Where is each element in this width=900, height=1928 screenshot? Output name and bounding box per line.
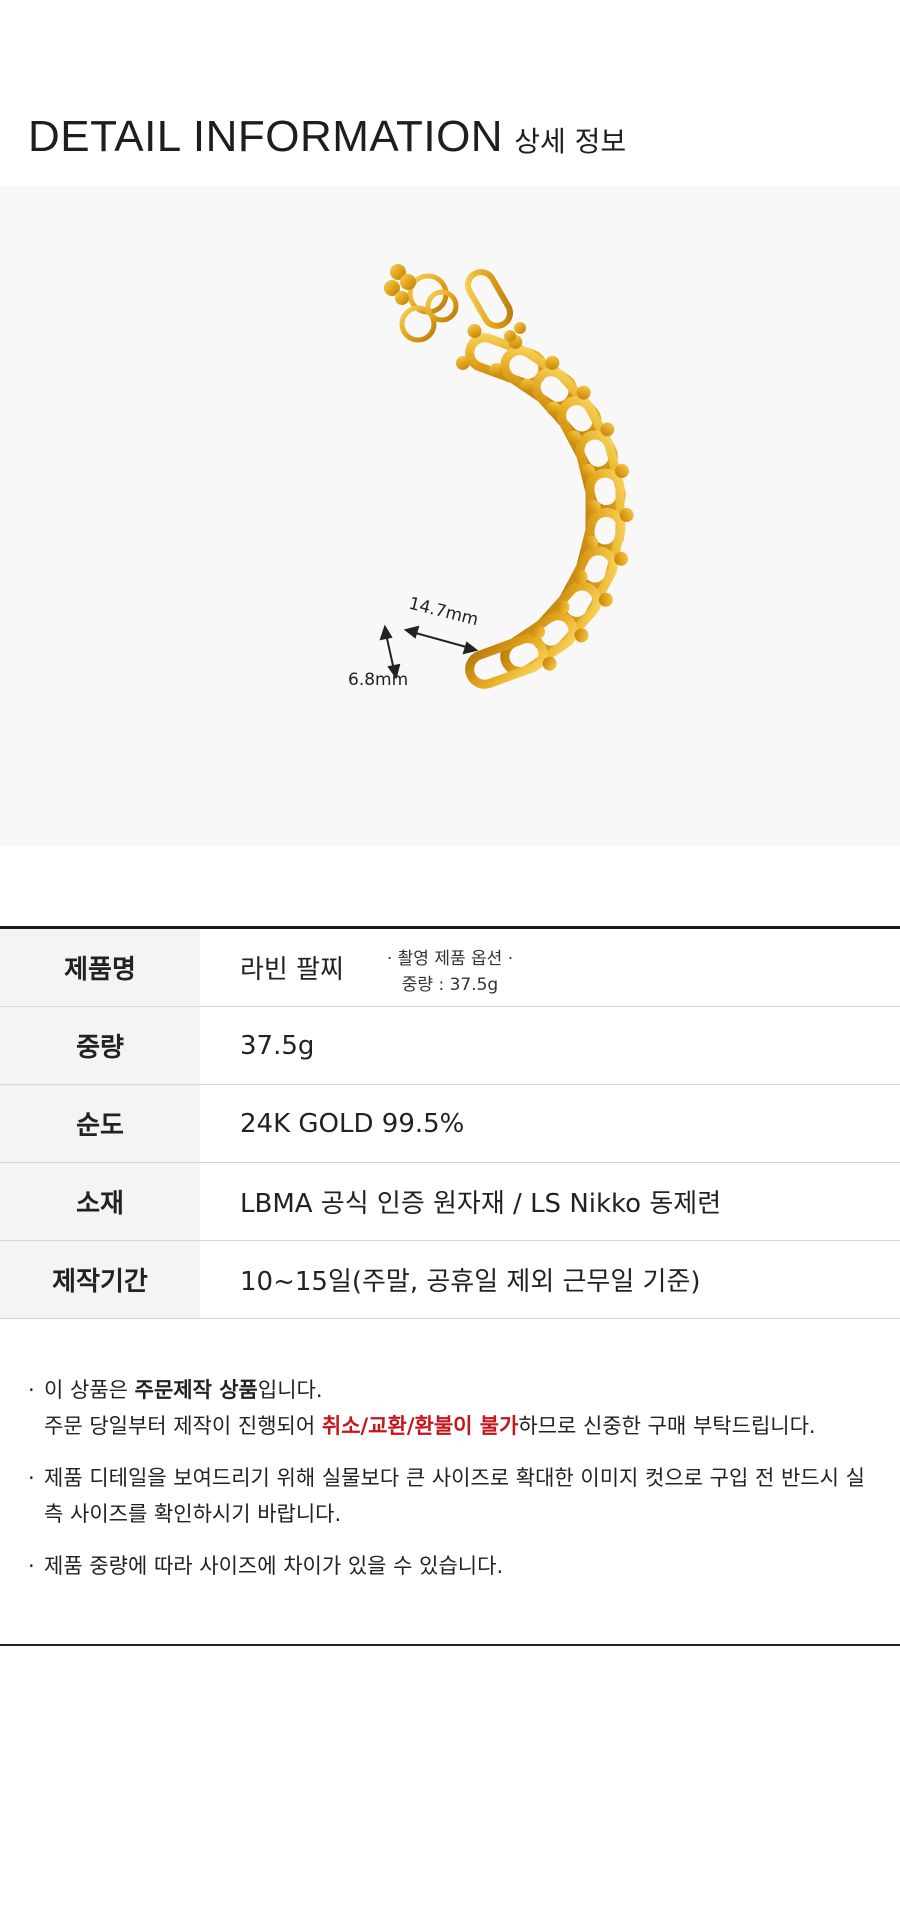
spec-label: 제품명 bbox=[0, 929, 200, 1006]
spec-value: 37.5g bbox=[240, 1030, 315, 1061]
notice-text: 이 상품은 bbox=[44, 1378, 135, 1402]
notice-text: 제품 디테일을 보여드리기 위해 실물보다 큰 사이즈로 확대한 이미지 컷으로… bbox=[44, 1466, 865, 1526]
notice-list: · 이 상품은 주문제작 상품입니다. 주문 당일부터 제작이 진행되어 취소/… bbox=[28, 1372, 878, 1600]
chain-link bbox=[465, 624, 557, 689]
spec-label: 순도 bbox=[0, 1085, 200, 1162]
title-korean: 상세 정보 bbox=[514, 125, 627, 158]
dimension-height-label: 6.8mm bbox=[348, 670, 409, 690]
bullet: · bbox=[28, 1554, 35, 1578]
spec-row-purity: 순도 24K GOLD 99.5% bbox=[0, 1084, 900, 1162]
spec-label: 소재 bbox=[0, 1163, 200, 1240]
notice-warning: 취소/교환/환불이 불가 bbox=[321, 1414, 519, 1438]
spec-value: 24K GOLD 99.5% bbox=[240, 1108, 465, 1139]
title-english: DETAIL INFORMATION bbox=[28, 112, 504, 161]
bullet: · bbox=[28, 1466, 35, 1490]
spec-value: LBMA 공식 인증 원자재 / LS Nikko 동제련 bbox=[240, 1189, 722, 1219]
spec-label: 제작기간 bbox=[0, 1241, 200, 1318]
notice-emphasis: 주문제작 상품 bbox=[134, 1378, 258, 1402]
bottom-divider bbox=[0, 1644, 900, 1646]
notice-item-custom-order: · 이 상품은 주문제작 상품입니다. 주문 당일부터 제작이 진행되어 취소/… bbox=[28, 1372, 878, 1444]
notice-text: 주문 당일부터 제작이 진행되어 bbox=[44, 1414, 322, 1438]
bracelet-illustration bbox=[379, 264, 634, 689]
spec-row-production-period: 제작기간 10~15일(주말, 공휴일 제외 근무일 기준) bbox=[0, 1240, 900, 1318]
spec-row-name: 제품명 라빈 팔찌 bbox=[0, 929, 900, 1006]
spec-row-weight: 중량 37.5g bbox=[0, 1006, 900, 1084]
spec-value: 10~15일(주말, 공휴일 제외 근무일 기준) bbox=[240, 1267, 701, 1297]
notice-text: 제품 중량에 따라 사이즈에 차이가 있을 수 있습니다. bbox=[44, 1554, 504, 1578]
bracelet-chain bbox=[455, 323, 634, 689]
notice-item-weight: · 제품 중량에 따라 사이즈에 차이가 있을 수 있습니다. bbox=[28, 1548, 878, 1584]
page-title: DETAIL INFORMATION 상세 정보 bbox=[28, 112, 626, 162]
spec-value: 라빈 팔찌 bbox=[240, 955, 344, 985]
spec-table: 제품명 라빈 팔찌 중량 37.5g 순도 24K GOLD 99.5% 소재 … bbox=[0, 926, 900, 1319]
product-photo: 14.7mm 6.8mm · 촬영 제품 옵션 · 중량 : 37.5g bbox=[0, 186, 900, 995]
spec-label: 중량 bbox=[0, 1007, 200, 1084]
spec-row-material: 소재 LBMA 공식 인증 원자재 / LS Nikko 동제련 bbox=[0, 1162, 900, 1240]
bullet: · bbox=[28, 1378, 35, 1402]
notice-text: 하므로 신중한 구매 부탁드립니다. bbox=[518, 1414, 816, 1438]
notice-text: 입니다. bbox=[257, 1378, 323, 1402]
notice-item-size: · 제품 디테일을 보여드리기 위해 실물보다 큰 사이즈로 확대한 이미지 컷… bbox=[28, 1460, 878, 1532]
